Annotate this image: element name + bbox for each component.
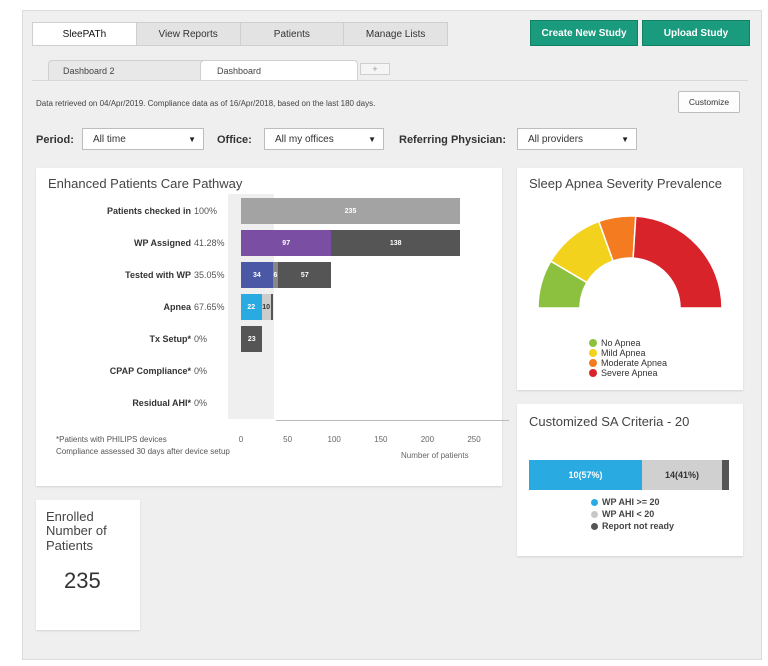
pathway-bar-segment <box>270 294 273 320</box>
criteria-segment-above: 10(57%) <box>529 460 642 490</box>
pathway-bar-segment: 235 <box>241 198 461 224</box>
criteria-card: Customized SA Criteria - 20 10(57%) 14(4… <box>517 404 743 556</box>
severity-legend-item: Mild Apnea <box>589 348 646 358</box>
pathway-row-label: Tx Setup* <box>149 334 191 344</box>
legend-dot-icon <box>589 369 597 377</box>
x-axis-tick: 50 <box>283 435 293 444</box>
legend-label: Report not ready <box>602 521 675 531</box>
x-axis-tick: 100 <box>327 435 341 444</box>
referring-physician-select[interactable]: All providers ▼ <box>517 128 637 150</box>
severity-legend-item: No Apnea <box>589 338 641 348</box>
pathway-row-percent: 35.05% <box>194 270 225 280</box>
legend-dot-icon <box>591 522 598 530</box>
data-retrieved-info: Data retrieved on 04/Apr/2019. Complianc… <box>36 99 376 108</box>
legend-dot-icon <box>591 498 598 506</box>
severity-card: Sleep Apnea Severity Prevalence No Apnea… <box>517 168 743 390</box>
x-axis-tick: 0 <box>238 435 244 444</box>
legend-label: WP AHI >= 20 <box>602 497 660 507</box>
pathway-title: Enhanced Patients Care Pathway <box>48 176 243 191</box>
x-axis-tick: 250 <box>467 435 481 444</box>
legend-label: WP AHI < 20 <box>602 509 655 519</box>
severity-legend-item: Moderate Apnea <box>589 358 667 368</box>
office-label: Office: <box>217 134 252 146</box>
pathway-card: Enhanced Patients Care Pathway Patients … <box>36 168 509 486</box>
enrolled-title: Enrolled Number of Patients <box>46 509 107 553</box>
pathway-bar-segment: 10 <box>261 294 271 320</box>
nav-tab-manage-lists[interactable]: Manage Lists <box>344 23 447 45</box>
pathway-row-label: Tested with WP <box>125 270 191 280</box>
tab-label: Dashboard <box>217 65 262 76</box>
pathway-bar-segment: 34 <box>241 262 273 288</box>
office-select[interactable]: All my offices ▼ <box>264 128 384 150</box>
criteria-title: Customized SA Criteria - 20 <box>529 414 690 429</box>
legend-label: Moderate Apnea <box>601 358 668 368</box>
pathway-row-percent: 0% <box>194 334 208 344</box>
criteria-segment-below: 14(41%) <box>642 460 722 490</box>
physician-value: All providers <box>528 133 584 145</box>
pathway-bar-segment: 97 <box>241 230 332 256</box>
office-value: All my offices <box>275 133 334 145</box>
period-value: All time <box>93 133 126 145</box>
legend-dot-icon <box>591 510 598 518</box>
footnote-philips: *Patients with PHILIPS devices <box>56 435 167 444</box>
dropdown-arrow-icon: ▼ <box>188 135 196 144</box>
pathway-bar-segment: 57 <box>278 262 332 288</box>
severity-legend-item: Severe Apnea <box>589 368 658 378</box>
customize-button[interactable]: Customize <box>678 91 740 113</box>
add-tab-button[interactable]: + <box>360 63 390 75</box>
nav-tab-sleepath[interactable]: SleePATh <box>33 23 137 45</box>
x-axis-tick: 200 <box>420 435 435 444</box>
x-axis-tick: 150 <box>374 435 388 444</box>
pathway-row-label: WP Assigned <box>133 238 191 248</box>
criteria-legend-item: Report not ready <box>591 521 674 531</box>
pathway-row-percent: 100% <box>194 206 218 216</box>
pathway-row-percent: 41.28% <box>194 238 225 248</box>
enrolled-count: 235 <box>64 568 101 593</box>
upload-study-button[interactable]: Upload Study <box>642 20 750 46</box>
tab-label: Dashboard 2 <box>63 65 115 76</box>
criteria-bar: 10(57%) 14(41%) <box>529 460 729 490</box>
pathway-bar-segment: 22 <box>241 294 262 320</box>
legend-dot-icon <box>589 339 597 347</box>
criteria-legend-item: WP AHI >= 20 <box>591 497 660 507</box>
enrolled-card: Enrolled Number of Patients 235 <box>36 500 140 630</box>
pathway-row-percent: 0% <box>194 366 208 376</box>
nav-tab-view-reports[interactable]: View Reports <box>137 23 241 45</box>
divider <box>32 80 748 81</box>
period-select[interactable]: All time ▼ <box>82 128 204 150</box>
pathway-row-label: Patients checked in <box>106 206 191 216</box>
period-label: Period: <box>36 134 74 146</box>
legend-label: Severe Apnea <box>601 368 658 378</box>
dropdown-arrow-icon: ▼ <box>621 135 629 144</box>
pathway-row-label: CPAP Compliance* <box>109 366 191 376</box>
legend-dot-icon <box>589 349 597 357</box>
footnote-compliance: Compliance assessed 30 days after device… <box>56 447 230 456</box>
legend-label: No Apnea <box>601 338 641 348</box>
legend-label: Mild Apnea <box>601 348 646 358</box>
pathway-row-percent: 0% <box>194 398 208 408</box>
pathway-row-percent: 67.65% <box>194 302 225 312</box>
tab-dashboard[interactable]: Dashboard <box>200 60 358 80</box>
dropdown-arrow-icon: ▼ <box>368 135 376 144</box>
pathway-bar-segment: 23 <box>241 326 263 352</box>
criteria-segment-not-ready <box>722 460 729 490</box>
pathway-row-label: Residual AHI* <box>132 398 191 408</box>
tab-dashboard-2[interactable]: Dashboard 2 <box>48 60 208 80</box>
pathway-row-label: Apnea <box>163 302 191 312</box>
nav-tab-patients[interactable]: Patients <box>241 23 345 45</box>
criteria-legend-item: WP AHI < 20 <box>591 509 654 519</box>
legend-dot-icon <box>589 359 597 367</box>
create-new-study-button[interactable]: Create New Study <box>530 20 638 46</box>
severity-slice <box>632 215 723 309</box>
x-axis-label: Number of patients <box>401 451 469 460</box>
pathway-bar-segment: 138 <box>331 230 460 256</box>
referring-physician-label: Referring Physician: <box>399 134 506 146</box>
x-axis <box>276 420 509 421</box>
main-nav: SleePATh View Reports Patients Manage Li… <box>32 22 448 46</box>
